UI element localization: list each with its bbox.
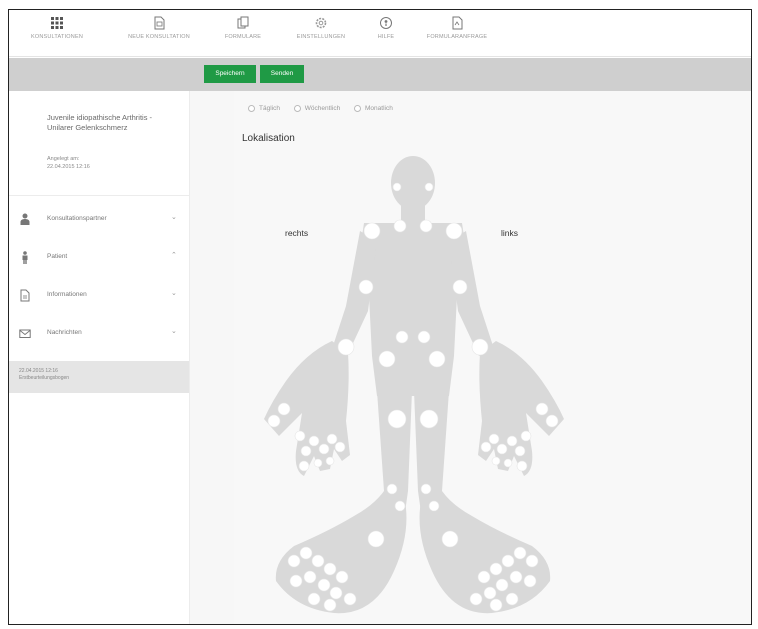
chevron-down-icon: ⌄ xyxy=(171,214,177,221)
nav-label: NEUE KONSULTATION xyxy=(128,34,190,40)
created-date: 22.04.2015 12:16 xyxy=(47,164,90,170)
sidebar-item-consultation-partner[interactable]: Konsultationspartner ⌄ xyxy=(9,201,189,239)
consultation-title: Juvenile idiopathische Arthritis - Unila… xyxy=(47,113,153,132)
app-window: KONSULTATIONEN NEUE KONSULTATION FORMULA… xyxy=(8,9,752,625)
sidebar-item-information[interactable]: Informationen ⌄ xyxy=(9,277,189,315)
envelope-icon xyxy=(19,329,31,338)
nav-new-consultation[interactable]: NEUE KONSULTATION xyxy=(127,16,191,40)
sidebar-item-label: Nachrichten xyxy=(47,329,82,336)
body-silhouette xyxy=(264,156,564,614)
nav-label: EINSTELLUNGEN xyxy=(296,34,346,40)
chevron-down-icon: ⌄ xyxy=(171,328,177,335)
divider xyxy=(9,195,189,196)
content-gutter xyxy=(190,91,234,624)
sidebar: Juvenile idiopathische Arthritis - Unila… xyxy=(9,91,190,624)
nav-form-request[interactable]: FORMULARANFRAGE xyxy=(425,16,489,40)
sidebar-item-patient[interactable]: Patient ⌃ xyxy=(9,239,189,277)
entry-title: Erstbeurteilungsbogen xyxy=(19,374,70,381)
left-side-label: links xyxy=(501,228,519,238)
sidebar-item-label: Informationen xyxy=(47,291,87,298)
nav-help[interactable]: HILFE xyxy=(371,16,401,40)
new-document-icon xyxy=(154,16,165,30)
nav-consultations[interactable]: KONSULTATIONEN xyxy=(27,16,87,40)
created-label: Angelegt am: xyxy=(47,156,80,162)
document-icon xyxy=(20,289,30,302)
nav-settings[interactable]: EINSTELLUNGEN xyxy=(293,16,349,40)
entry-text-block: 22.04.2015 12:16 Erstbeurteilungsbogen xyxy=(19,368,69,381)
person-icon xyxy=(20,213,30,225)
chevron-up-icon: ⌃ xyxy=(171,252,177,259)
nav-label: HILFE xyxy=(377,34,395,40)
sidebar-item-messages[interactable]: Nachrichten ⌄ xyxy=(9,315,189,353)
created-info: Angelegt am: 22.04.2015 12:16 xyxy=(47,155,90,171)
grid-icon xyxy=(51,17,63,29)
action-toolbar: Speichern Senden xyxy=(9,58,751,91)
nav-label: FORMULARE xyxy=(224,34,262,40)
main-content: Täglich Wöchentlich Monatlich Lokalisati… xyxy=(234,91,751,624)
save-button[interactable]: Speichern xyxy=(204,65,256,83)
chevron-down-icon: ⌄ xyxy=(171,290,177,297)
forms-icon xyxy=(237,16,249,29)
sidebar-item-label: Konsultationspartner xyxy=(47,215,107,222)
nav-forms[interactable]: FORMULARE xyxy=(221,16,265,40)
form-request-icon xyxy=(452,16,463,30)
patient-icon xyxy=(22,251,28,264)
consultation-entry[interactable]: 22.04.2015 12:16 Erstbeurteilungsbogen xyxy=(9,361,189,393)
help-icon xyxy=(380,17,392,29)
gear-icon xyxy=(315,17,327,29)
right-side-label: rechts xyxy=(285,228,309,238)
body-diagram xyxy=(264,156,564,614)
top-navigation: KONSULTATIONEN NEUE KONSULTATION FORMULA… xyxy=(9,10,751,57)
sidebar-item-label: Patient xyxy=(47,253,68,260)
nav-label: FORMULARANFRAGE xyxy=(426,34,488,40)
nav-label: KONSULTATIONEN xyxy=(31,34,83,40)
send-button[interactable]: Senden xyxy=(260,65,304,83)
